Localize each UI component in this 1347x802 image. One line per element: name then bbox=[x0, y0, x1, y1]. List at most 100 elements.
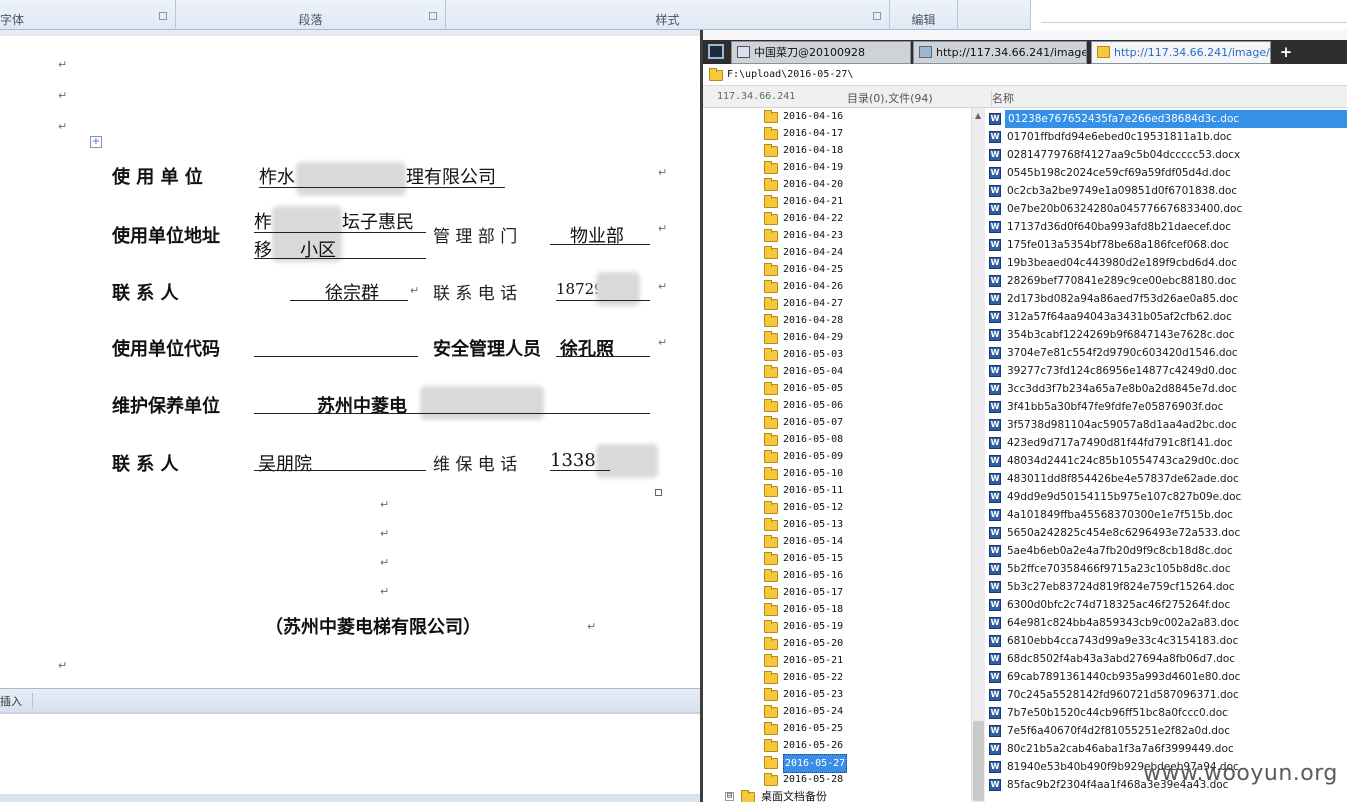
add-tab-button[interactable]: + bbox=[1277, 42, 1295, 62]
folder-icon bbox=[764, 399, 778, 412]
file-list[interactable]: W 01238e767652435fa7e266ed38684d3c.doc W 01… bbox=[985, 108, 1347, 802]
file-row[interactable]: W 5ae4b6eb0a2e4a7fb20d9f9c8cb18d8c.doc bbox=[985, 542, 1347, 560]
dialog-launcher-icon[interactable] bbox=[429, 12, 437, 20]
tree-folder-label: 2016-04-18 bbox=[783, 145, 844, 156]
word-document-icon: W bbox=[989, 689, 1001, 701]
ribbon-group-editing[interactable]: 编辑 bbox=[890, 0, 958, 30]
tree-folder-label: 2016-04-21 bbox=[783, 196, 844, 207]
insert-mode-indicator[interactable]: 插入 bbox=[0, 693, 33, 709]
tab-file-manager-1[interactable]: http://117.34.66.241/image/... bbox=[913, 41, 1087, 64]
file-row[interactable]: W 49dd9e9d50154115b975e107c827b09e.doc bbox=[985, 488, 1347, 506]
tab-main[interactable]: 中国菜刀@20100928 bbox=[731, 41, 911, 64]
file-row[interactable]: W 48034d2441c24c85b10554743ca29d0c.doc bbox=[985, 452, 1347, 470]
file-name: 2d173bd082a94a86aed7f53d26ae0a85.doc bbox=[1007, 293, 1239, 305]
file-row[interactable]: W 0e7be20b06324280a045776676833400.doc bbox=[985, 200, 1347, 218]
document-page[interactable]: ↵ ↵ ↵ + 使 用 单 位 柞水 理有限公司 ↵ 使用单位地址 柞 坛子惠民… bbox=[0, 30, 700, 688]
file-row[interactable]: W 483011dd8f854426be4e57837de62ade.doc bbox=[985, 470, 1347, 488]
file-row[interactable]: W 0545b198c2024ce59cf69a59fdf05d4d.doc bbox=[985, 164, 1347, 182]
file-row[interactable]: W 5650a242825c454e8c6296493e72a533.doc bbox=[985, 524, 1347, 542]
file-row[interactable]: W 3f5738d981104ac59057a8d1aa4ad2bc.doc bbox=[985, 416, 1347, 434]
collapse-icon[interactable]: ⊟ bbox=[725, 792, 734, 801]
file-name: 01701ffbdfd94e6ebed0c19531811a1b.doc bbox=[1007, 131, 1232, 143]
file-row[interactable]: W 3cc3dd3f7b234a65a7e8b0a2d8845e7d.doc bbox=[985, 380, 1347, 398]
path-field[interactable]: F:\upload\2016-05-27\ bbox=[703, 64, 1347, 86]
file-row[interactable]: W 312a57f64aa94043a3431b05af2cfb62.doc bbox=[985, 308, 1347, 326]
file-row[interactable]: W 5b3c27eb83724d819f824e759cf15264.doc bbox=[985, 578, 1347, 596]
file-row[interactable]: W 423ed9d717a7490d81f44fd791c8f141.doc bbox=[985, 434, 1347, 452]
file-name: 64e981c824bb4a859343cb9c002a2a83.doc bbox=[1007, 617, 1240, 629]
value-contact: 徐宗群 bbox=[325, 283, 379, 304]
file-row[interactable]: W 354b3cabf1224269b9f6847143e7628c.doc bbox=[985, 326, 1347, 344]
tab-file-manager-2[interactable]: http://117.34.66.241/image/... bbox=[1091, 41, 1271, 64]
file-row[interactable]: W 69cab7891361440cb935a993d4601e80.doc bbox=[985, 668, 1347, 686]
file-row[interactable]: W 80c21b5a2cab46aba1f3a7a6f3999449.doc bbox=[985, 740, 1347, 758]
tree-folder-label: 桌面文档备份 bbox=[761, 790, 827, 802]
file-row[interactable]: W 0c2cb3a2be9749e1a09851d0f6701838.doc bbox=[985, 182, 1347, 200]
file-row[interactable]: W 3f41bb5a30bf47fe9fdfe7e05876903f.doc bbox=[985, 398, 1347, 416]
watermark: www.wooyun.org bbox=[1143, 761, 1338, 786]
tree-scrollbar[interactable]: ▲ bbox=[971, 108, 985, 802]
file-row[interactable]: W 6810ebb4cca743d99a9e33c4c3154183.doc bbox=[985, 632, 1347, 650]
file-row[interactable]: W 19b3beaed04c443980d2e189f9cbd6d4.doc bbox=[985, 254, 1347, 272]
underline bbox=[254, 258, 426, 259]
file-row[interactable]: W 2d173bd082a94a86aed7f53d26ae0a85.doc bbox=[985, 290, 1347, 308]
file-row[interactable]: W 64e981c824bb4a859343cb9c002a2a83.doc bbox=[985, 614, 1347, 632]
column-header-name[interactable]: 名称 bbox=[991, 90, 1347, 106]
label-contact: 联 系 人 bbox=[112, 283, 179, 304]
folder-icon bbox=[764, 773, 778, 786]
underline bbox=[556, 356, 650, 357]
ribbon-group-styles[interactable]: 样式 bbox=[446, 0, 890, 30]
word-document-icon: W bbox=[989, 437, 1001, 449]
file-name: 175fe013a5354bf78be68a186fcef068.doc bbox=[1007, 239, 1229, 251]
file-row[interactable]: W 175fe013a5354bf78be68a186fcef068.doc bbox=[985, 236, 1347, 254]
word-document-icon: W bbox=[989, 671, 1001, 683]
word-document-icon: W bbox=[989, 365, 1001, 377]
sidebar-toggle-icon[interactable] bbox=[708, 44, 724, 59]
file-row[interactable]: W 68dc8502f4ab43a3abd27694a8fb06d7.doc bbox=[985, 650, 1347, 668]
underline bbox=[254, 470, 426, 471]
file-row[interactable]: W 3704e7e81c554f2d9790c603420d1546.doc bbox=[985, 344, 1347, 362]
file-row[interactable]: W 70c245a5528142fd960721d587096371.doc bbox=[985, 686, 1347, 704]
tree-folder-label: 2016-04-19 bbox=[783, 162, 844, 173]
ribbon-group-paragraph[interactable]: 段落 bbox=[176, 0, 446, 30]
file-row[interactable]: W 02814779768f4127aa9c5b04dccccc53.docx bbox=[985, 146, 1347, 164]
word-document-icon: W bbox=[989, 545, 1001, 557]
file-name: 0545b198c2024ce59cf69a59fdf05d4d.doc bbox=[1007, 167, 1231, 179]
file-name: 17137d36d0f640ba993afd8b21daecef.doc bbox=[1007, 221, 1232, 233]
file-name: 48034d2441c24c85b10554743ca29d0c.doc bbox=[1007, 455, 1240, 467]
file-row[interactable]: W 01238e767652435fa7e266ed38684d3c.doc bbox=[985, 110, 1347, 128]
ribbon-group-font[interactable]: 字体 bbox=[0, 0, 176, 30]
folder-tree[interactable]: 2016-04-16 2016-04-17 2016-04-18 2016-04-19… bbox=[703, 108, 971, 802]
folder-icon bbox=[764, 263, 778, 276]
file-row[interactable]: W 7e5f6a40670f4d2f81055251e2f82a0d.doc bbox=[985, 722, 1347, 740]
file-row[interactable]: W 17137d36d0f640ba993afd8b21daecef.doc bbox=[985, 218, 1347, 236]
scroll-thumb[interactable] bbox=[973, 721, 984, 801]
file-row[interactable]: W 5b2ffce70358466f9715a23c105b8d8c.doc bbox=[985, 560, 1347, 578]
paragraph-mark: ↵ bbox=[58, 120, 68, 133]
tree-folder-label: 2016-05-25 bbox=[783, 723, 844, 734]
file-name: 3f5738d981104ac59057a8d1aa4ad2bc.doc bbox=[1007, 419, 1237, 431]
file-row[interactable]: W 01701ffbdfd94e6ebed0c19531811a1b.doc bbox=[985, 128, 1347, 146]
label-maintenance-contact: 联 系 人 bbox=[112, 454, 179, 475]
underline bbox=[550, 470, 610, 471]
file-name: 5b2ffce70358466f9715a23c105b8d8c.doc bbox=[1007, 563, 1231, 575]
window-icon bbox=[737, 46, 750, 58]
tree-folder-label: 2016-04-23 bbox=[783, 230, 844, 241]
file-name: 3cc3dd3f7b234a65a7e8b0a2d8845e7d.doc bbox=[1007, 383, 1237, 395]
tree-folder-label: 2016-05-26 bbox=[783, 740, 844, 751]
file-row[interactable]: W 7b7e50b1520c44cb96ff51bc8a0fccc0.doc bbox=[985, 704, 1347, 722]
scroll-up-icon[interactable]: ▲ bbox=[975, 111, 981, 120]
dialog-launcher-icon[interactable] bbox=[873, 12, 881, 20]
word-document-icon: W bbox=[989, 293, 1001, 305]
file-name: 6810ebb4cca743d99a9e33c4c3154183.doc bbox=[1007, 635, 1239, 647]
folder-icon bbox=[764, 416, 778, 429]
file-row[interactable]: W 39277c73fd124c86956e14877c4249d0.doc bbox=[985, 362, 1347, 380]
file-row[interactable]: W 4a101849ffba45568370300e1e7f515b.doc bbox=[985, 506, 1347, 524]
word-document-icon: W bbox=[989, 401, 1001, 413]
table-move-handle-icon[interactable]: + bbox=[90, 136, 102, 148]
paragraph-mark: ↵ bbox=[380, 527, 390, 540]
file-row[interactable]: W 28269bef770841e289c9ce00ebc88180.doc bbox=[985, 272, 1347, 290]
dialog-launcher-icon[interactable] bbox=[159, 12, 167, 20]
folder-icon bbox=[764, 467, 778, 480]
file-row[interactable]: W 6300d0bfc2c74d718325ac46f275264f.doc bbox=[985, 596, 1347, 614]
